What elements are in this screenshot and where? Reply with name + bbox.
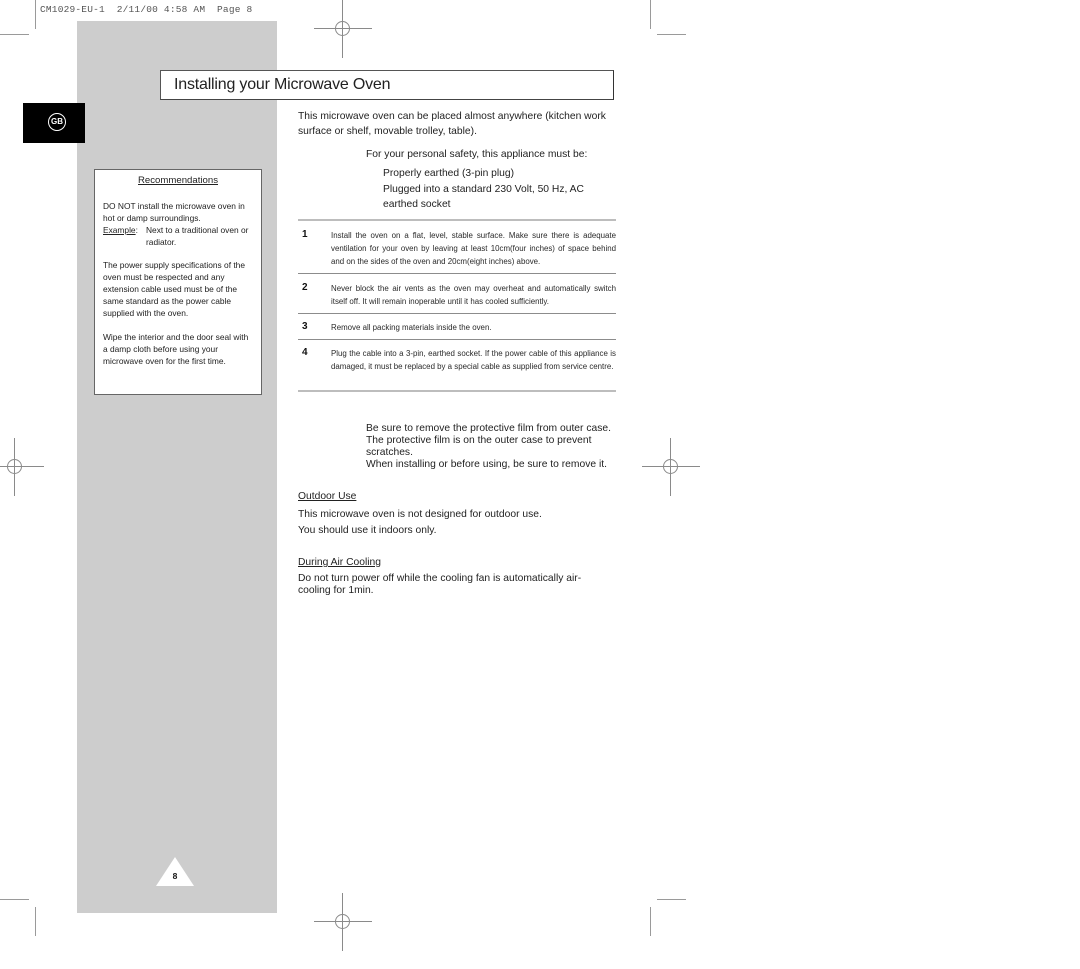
film-note-line: The protective film is on the outer case… [366, 435, 592, 458]
crop-mark [657, 899, 686, 900]
step-number: 3 [302, 321, 308, 332]
safety-item: Plugged into a standard 230 Volt, 50 Hz,… [383, 184, 584, 210]
example-line: Example: Next to a traditional oven or r… [103, 224, 255, 248]
page-title: Installing your Microwave Oven [174, 76, 391, 93]
registration-mark-bottom [314, 893, 372, 951]
crop-mark [35, 0, 36, 29]
step-text: Install the oven on a flat, level, stabl… [331, 231, 616, 266]
air-cooling-heading: During Air Cooling [298, 557, 381, 568]
step-item: 1 Install the oven on a flat, level, sta… [302, 228, 616, 270]
air-cooling-text: Do not turn power off while the cooling … [298, 573, 582, 596]
film-note-line: Be sure to remove the protective film fr… [366, 423, 611, 434]
recommendation-text: DO NOT install the microwave oven in hot… [103, 201, 245, 223]
recommendations-box: Recommendations DO NOT install the micro… [94, 169, 262, 395]
film-note-line: When installing or before using, be sure… [366, 459, 607, 470]
safety-item: Properly earthed (3-pin plug) [383, 168, 515, 179]
recommendation-wipe: Wipe the interior and the door seal with… [103, 332, 249, 366]
divider [298, 219, 616, 221]
example-label: Example [103, 225, 136, 235]
crop-mark [0, 899, 29, 900]
example-text: Next to a traditional oven or radiator. [146, 225, 249, 247]
registration-mark-left [0, 438, 44, 496]
page-title-box: Installing your Microwave Oven [160, 70, 614, 100]
outdoor-use-heading: Outdoor Use [298, 491, 357, 502]
crop-mark [0, 34, 29, 35]
step-text: Plug the cable into a 3-pin, earthed soc… [331, 349, 616, 371]
language-tab: GB [23, 103, 85, 143]
language-code: GB [48, 113, 66, 131]
registration-mark-right [642, 438, 700, 496]
sidebar-band [77, 21, 277, 913]
protective-film-note: Be sure to remove the protective film fr… [366, 423, 636, 471]
step-number: 2 [302, 282, 308, 293]
intro-text: This microwave oven can be placed almost… [298, 111, 606, 137]
recommendation-power: The power supply specifications of the o… [103, 260, 245, 318]
safety-lead: For your personal safety, this appliance… [366, 149, 588, 160]
step-number: 1 [302, 229, 308, 240]
recommendation-install: DO NOT install the microwave oven in hot… [103, 200, 255, 248]
registration-mark-top [314, 0, 372, 58]
step-number: 4 [302, 347, 308, 358]
crop-mark [657, 34, 686, 35]
recommendations-heading: Recommendations [138, 175, 218, 186]
divider [298, 313, 616, 314]
crop-mark [650, 907, 651, 936]
divider [298, 339, 616, 340]
step-item: 2 Never block the air vents as the oven … [302, 281, 616, 309]
page-number: 8 [172, 871, 178, 881]
step-text: Never block the air vents as the oven ma… [331, 284, 616, 306]
outdoor-use-line: You should use it indoors only. [298, 525, 437, 536]
crop-mark [650, 0, 651, 29]
print-header: CM1029-EU-1 2/11/00 4:58 AM Page 8 [40, 4, 253, 15]
step-item: 4 Plug the cable into a 3-pin, earthed s… [302, 346, 616, 388]
divider [298, 390, 616, 392]
step-text: Remove all packing materials inside the … [331, 323, 492, 332]
outdoor-use-line: This microwave oven is not designed for … [298, 509, 542, 520]
divider [298, 273, 616, 274]
step-item: 3 Remove all packing materials inside th… [302, 320, 616, 336]
crop-mark [35, 907, 36, 936]
